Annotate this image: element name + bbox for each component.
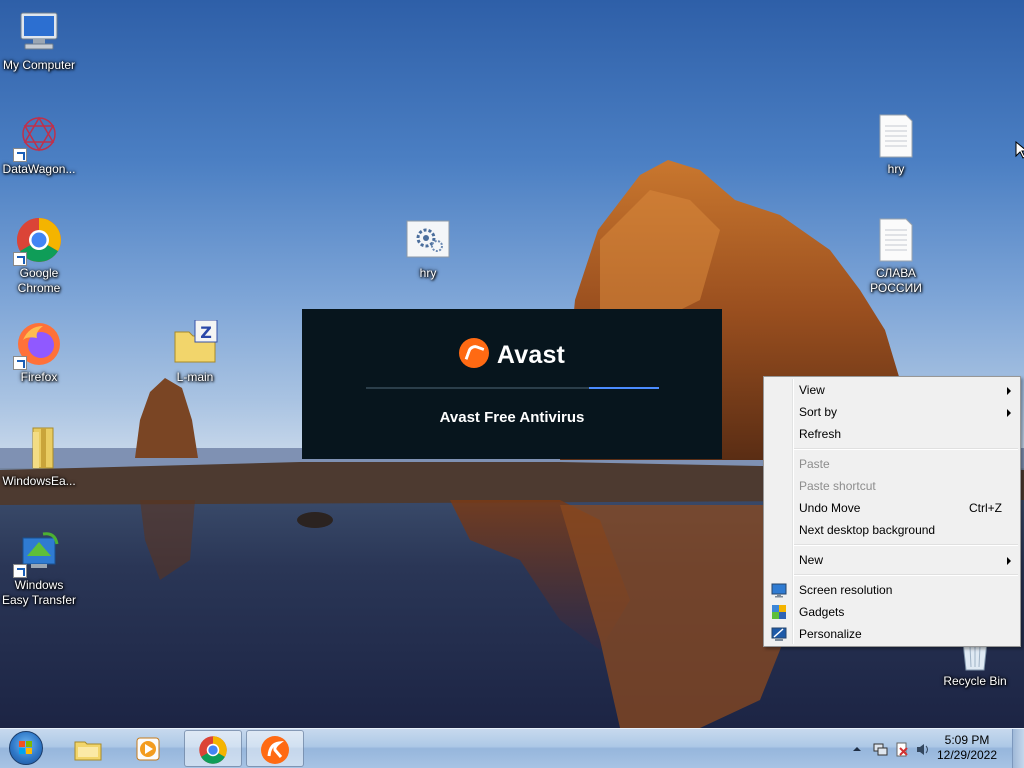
avast-splash-screen: Avast Avast Free Antivirus [302,309,722,459]
mouse-cursor-icon [1015,141,1024,159]
clock-time: 5:09 PM [944,733,990,747]
loading-progress-bar [366,387,659,389]
easy-transfer-logo-icon [13,528,63,578]
menu-item-next-desktop-background[interactable]: Next desktop background [764,519,1020,541]
monitor-icon [771,583,787,598]
windows-orb-icon [9,731,43,765]
computer-icon [15,8,63,56]
menu-item-label: Refresh [799,427,842,441]
windows-easy-transfer-icon[interactable]: Windows Easy Transfer [0,528,78,608]
start-button[interactable] [6,731,46,767]
system-tray [850,741,930,757]
taskbar-avast-button[interactable] [246,730,304,767]
text-document-icon [872,216,920,264]
menu-item-paste-shortcut: Paste shortcut [764,475,1020,497]
loading-progress-fill [588,387,659,389]
shortcut-arrow-icon [13,148,27,162]
submenu-arrow-icon [1007,409,1011,417]
gear-file-icon [404,216,452,264]
menu-item-label: Sort by [799,405,838,419]
chrome-logo-icon [13,216,63,266]
firefox-icon[interactable]: Firefox [0,320,78,385]
menu-separator [794,544,1018,546]
datawagon-icon[interactable]: DataWagon... [0,112,78,177]
slava-label: СЛАВА РОССИИ [870,266,922,295]
menu-item-shortcut: Ctrl+Z [969,501,1002,515]
firefox-logo-icon [13,320,63,370]
hry-settings-icon[interactable]: hry [389,216,467,281]
menu-item-label: Screen resolution [799,583,893,597]
menu-item-view[interactable]: View [764,379,1020,401]
menu-item-label: Next desktop background [799,523,936,537]
taskbar-chrome-button[interactable] [184,730,242,767]
zip-archive-icon: Z [171,319,219,368]
tray-icons [853,742,928,757]
datawagon-label: DataWagon... [2,162,76,176]
menu-item-undo-move[interactable]: Undo Move Ctrl+Z [764,497,1020,519]
desktop-context-menu[interactable]: View Sort by Refresh Paste Paste shortcu… [763,376,1021,647]
menu-item-paste: Paste [764,453,1020,475]
menu-separator [794,448,1018,450]
zipped-folder-icon [15,424,63,472]
menu-item-label: New [799,553,824,567]
hry-center-label: hry [419,266,437,280]
firefox-label: Firefox [20,370,58,384]
shortcut-arrow-icon [13,356,27,370]
menu-item-label: Gadgets [799,605,845,619]
google-chrome-label: Google Chrome [17,266,61,295]
shortcut-arrow-icon [13,252,27,266]
windows-easy-transfer-label: Windows Easy Transfer [1,578,77,607]
taskbar-explorer-button[interactable] [60,730,118,767]
recycle-bin-label: Recycle Bin [943,674,1007,688]
submenu-arrow-icon [1007,387,1011,395]
datawagon-logo-icon [13,112,63,162]
slava-text-file-icon[interactable]: СЛАВА РОССИИ [857,216,935,296]
menu-item-label: View [799,383,825,397]
menu-item-label: Paste shortcut [799,479,876,493]
my-computer-icon[interactable]: My Computer [0,8,78,73]
media-player-icon [136,737,160,761]
menu-item-refresh[interactable]: Refresh [764,423,1020,445]
avast-logo-icon [458,338,489,369]
svg-text:Z: Z [200,323,212,342]
menu-item-label: Undo Move [799,501,861,515]
avast-product-name: Avast Free Antivirus [439,409,585,426]
taskbar-media-player-button[interactable] [120,730,178,767]
taskbar: 5:09 PM 12/29/2022 [0,728,1024,768]
menu-item-screen-resolution[interactable]: Screen resolution [764,579,1020,601]
menu-separator [794,574,1018,576]
menu-item-label: Paste [799,457,830,471]
l-main-label: L-main [176,370,214,384]
folder-icon [74,741,102,761]
l-main-icon[interactable]: Z L-main [156,319,234,385]
show-desktop-button[interactable] [1012,729,1024,768]
menu-item-sort-by[interactable]: Sort by [764,401,1020,423]
avast-brand: Avast [302,338,722,371]
hry-text-file-icon[interactable]: hry [857,112,935,177]
personalize-icon [771,627,787,641]
shortcut-arrow-icon [13,564,27,578]
avast-logo-icon [261,736,289,764]
menu-item-gadgets[interactable]: Gadgets [764,601,1020,623]
hry-right-label: hry [887,162,905,176]
clock-date: 12/29/2022 [936,748,998,762]
chrome-logo-icon [199,736,227,764]
my-computer-label: My Computer [2,58,76,72]
taskbar-clock[interactable]: 5:09 PM 12/29/2022 [932,733,1002,763]
text-document-icon [872,112,920,160]
avast-brand-text: Avast [496,341,566,369]
menu-item-personalize[interactable]: Personalize [764,623,1020,645]
submenu-arrow-icon [1007,557,1011,565]
windowsea-folder-icon[interactable]: WindowsEa... [0,424,78,489]
menu-item-new[interactable]: New [764,549,1020,571]
menu-item-label: Personalize [799,627,862,641]
windowsea-label: WindowsEa... [2,474,76,488]
google-chrome-icon[interactable]: Google Chrome [0,216,78,296]
gadgets-icon [772,605,786,619]
